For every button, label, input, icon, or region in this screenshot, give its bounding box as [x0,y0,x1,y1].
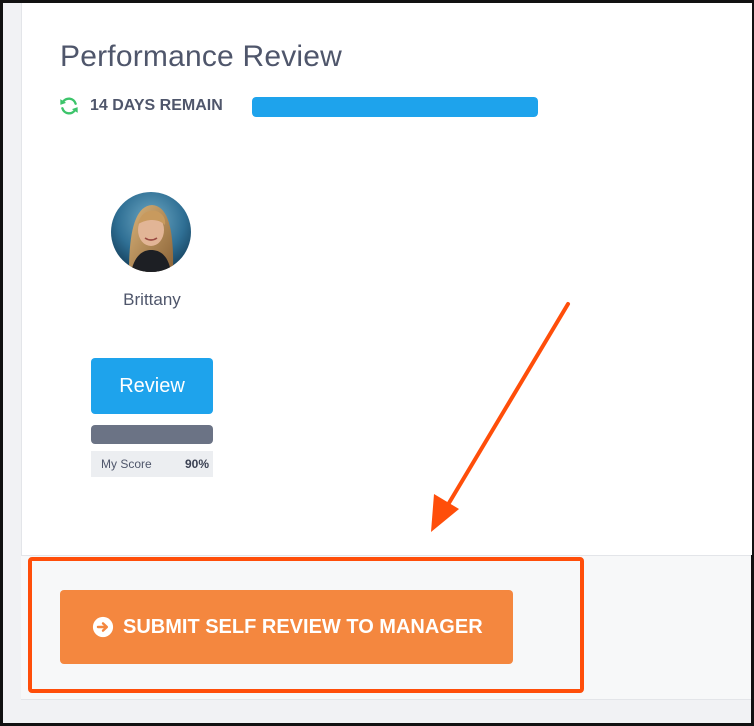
employee-name: Brittany [123,290,181,309]
days-remaining-row: 14 DAYS REMAIN [58,94,223,118]
score-bar [91,425,213,444]
review-progress-fill [252,97,538,117]
arrow-circle-right-icon [92,616,114,638]
submit-self-review-button[interactable]: SUBMIT SELF REVIEW TO MANAGER [60,590,513,664]
employee-avatar[interactable] [111,192,191,272]
my-score-label: My Score [101,457,152,471]
review-progress-bar [252,97,538,117]
submit-button-label: SUBMIT SELF REVIEW TO MANAGER [123,615,483,638]
my-score-value: 90% [184,457,209,471]
page-title: Performance Review [60,40,343,73]
my-score-row: My Score 90% [91,451,213,477]
review-button[interactable]: Review [91,358,213,414]
refresh-icon [60,97,78,115]
days-remaining-text: 14 DAYS REMAIN [90,97,223,114]
